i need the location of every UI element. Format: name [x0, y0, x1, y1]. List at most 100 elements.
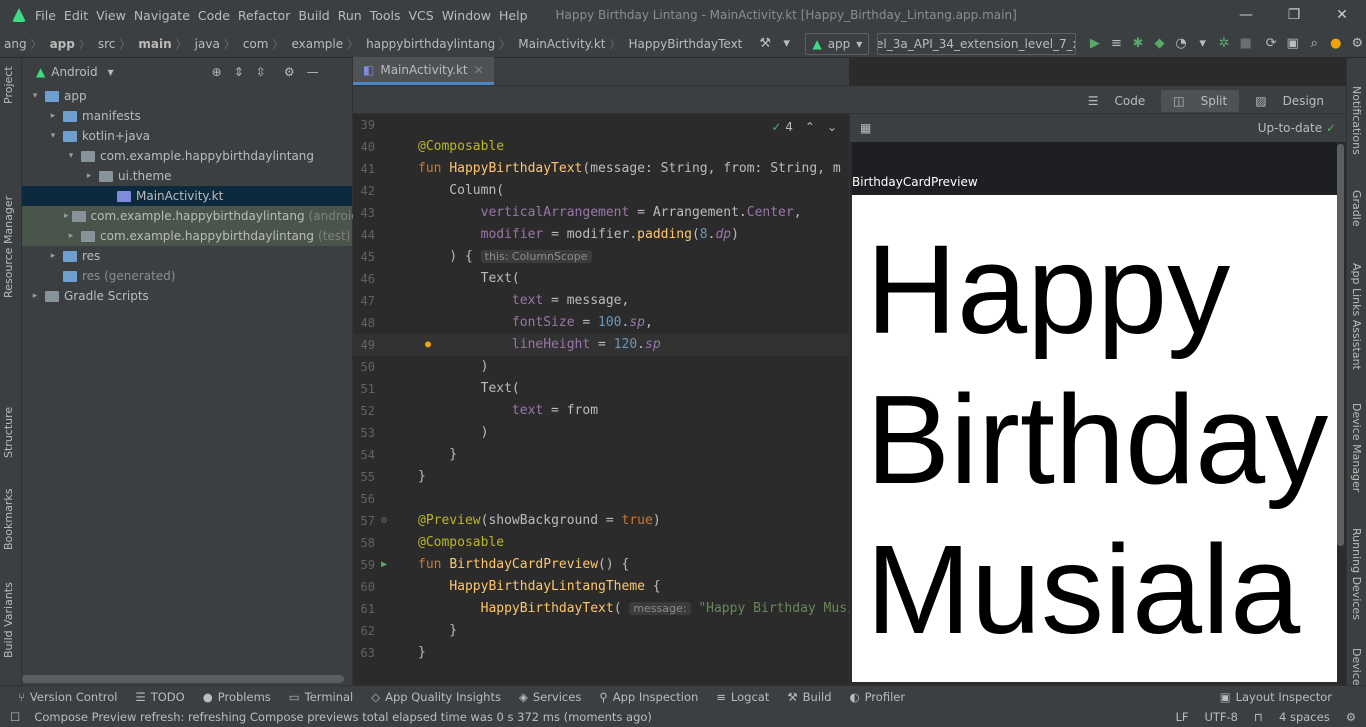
tree-item[interactable]: ▾ app: [22, 86, 352, 106]
breadcrumb-item[interactable]: main: [138, 37, 171, 51]
stop-icon[interactable]: ■: [1237, 33, 1255, 55]
menu-navigate[interactable]: Navigate: [134, 8, 198, 23]
code-line[interactable]: 61 HappyBirthdayText( message: "Happy Bi…: [353, 598, 849, 620]
breadcrumb-item[interactable]: example: [291, 37, 343, 51]
tab-structure[interactable]: Structure: [2, 407, 15, 458]
code-line[interactable]: 46 Text(: [353, 268, 849, 290]
chevron-down-icon[interactable]: ▾: [108, 65, 114, 79]
code-line[interactable]: 39: [353, 114, 849, 136]
tab-app-links-assistant[interactable]: App Links Assistant: [1350, 263, 1363, 370]
settings-icon[interactable]: ⚙: [1349, 33, 1366, 55]
chevron-down-icon[interactable]: ▾: [1194, 33, 1212, 55]
device-mirror-icon[interactable]: ▣: [1284, 33, 1302, 55]
code-line[interactable]: 53 ): [353, 422, 849, 444]
run-config-select[interactable]: ▲ app ▾: [805, 32, 870, 55]
tree-item[interactable]: MainActivity.kt: [22, 186, 352, 206]
line-separator[interactable]: LF: [1175, 710, 1188, 724]
tab-bookmarks[interactable]: Bookmarks: [2, 489, 15, 550]
code-line[interactable]: 49 lineHeight = 120.sp ●: [353, 334, 849, 356]
tree-item[interactable]: ▸ res: [22, 246, 352, 266]
tab-project[interactable]: Project: [2, 66, 15, 104]
tab-running-devices[interactable]: Running Devices: [1350, 528, 1363, 620]
code-line[interactable]: 44 modifier = modifier.padding(8.dp): [353, 224, 849, 246]
code-line[interactable]: 42 Column(: [353, 180, 849, 202]
design-view-button[interactable]: ▨ Design: [1243, 90, 1336, 112]
breadcrumb-item[interactable]: ang: [4, 37, 27, 51]
menu-code[interactable]: Code: [198, 8, 238, 23]
code-line[interactable]: 48 fontSize = 100.sp,: [353, 312, 849, 334]
breadcrumb-item[interactable]: HappyBirthdayText: [629, 37, 743, 51]
tool-todo[interactable]: ☰ TODO: [135, 690, 184, 704]
tool-logcat[interactable]: ≡ Logcat: [716, 690, 769, 704]
breadcrumb-item[interactable]: src: [98, 37, 116, 51]
locate-icon[interactable]: ⊕: [212, 65, 222, 79]
apply-changes-icon[interactable]: ≡: [1108, 33, 1126, 55]
code-line[interactable]: 50 ): [353, 356, 849, 378]
preview-card[interactable]: BirthdayCardPreview Happy Birthday Musia…: [852, 142, 1337, 682]
code-line[interactable]: 43 verticalArrangement = Arrangement.Cen…: [353, 202, 849, 224]
coverage-icon[interactable]: ◆: [1151, 33, 1169, 55]
debug-icon[interactable]: ✱: [1129, 33, 1147, 55]
tree-item[interactable]: ▸ com.example.happybirthdaylintang (androi…: [22, 206, 387, 226]
menu-file[interactable]: File: [35, 8, 64, 23]
code-line[interactable]: 55}: [353, 466, 849, 488]
tool-terminal[interactable]: ▭ Terminal: [289, 690, 353, 704]
tool-app-quality-insights[interactable]: ◇ App Quality Insights: [371, 690, 501, 704]
tool-version-control[interactable]: ⑂ Version Control: [18, 690, 117, 704]
chevron-down-icon[interactable]: ▾: [778, 33, 796, 55]
menu-vcs[interactable]: VCS: [409, 8, 442, 23]
tree-item[interactable]: ▸ manifests: [22, 106, 352, 126]
run-preview-icon[interactable]: ▶: [381, 554, 391, 576]
update-icon[interactable]: ●: [1327, 33, 1345, 55]
minimize-icon[interactable]: —: [1222, 0, 1270, 30]
tree-item[interactable]: ▾ kotlin+java: [22, 126, 352, 146]
split-view-button[interactable]: ◫ Split: [1161, 90, 1240, 112]
code-line[interactable]: 63}: [353, 642, 849, 664]
device-select[interactable]: ▯ Pixel_3a_API_34_extension_level_7_x86 …: [877, 32, 1077, 55]
breadcrumb-item[interactable]: MainActivity.kt: [518, 37, 605, 51]
tool-services[interactable]: ◈ Services: [519, 690, 581, 704]
tab-gradle[interactable]: Gradle: [1350, 190, 1363, 227]
chevron-right-icon[interactable]: ▸: [28, 291, 42, 301]
preview-scrollbar[interactable]: [1337, 144, 1344, 546]
maximize-icon[interactable]: ❐: [1270, 0, 1318, 30]
menu-view[interactable]: View: [96, 8, 134, 23]
breadcrumb-item[interactable]: happybirthdaylintang: [366, 37, 495, 51]
chevron-down-icon[interactable]: ▾: [64, 151, 78, 161]
code-line[interactable]: 45 ) { this: ColumnScope: [353, 246, 849, 268]
chevron-down-icon[interactable]: ▾: [28, 91, 42, 101]
search-icon[interactable]: ⌕: [1305, 33, 1323, 55]
expand-all-icon[interactable]: ⇕: [234, 65, 244, 79]
close-tab-icon[interactable]: ✕: [474, 63, 484, 77]
tab-build-variants[interactable]: Build Variants: [2, 582, 15, 658]
menu-window[interactable]: Window: [442, 8, 499, 23]
file-encoding[interactable]: UTF-8: [1204, 710, 1238, 724]
breadcrumb-item[interactable]: java: [195, 37, 220, 51]
project-view-select[interactable]: Android: [51, 65, 97, 79]
tool-problems[interactable]: ● Problems: [203, 690, 271, 704]
tree-item[interactable]: res (generated): [22, 266, 352, 286]
close-icon[interactable]: ✕: [1318, 0, 1366, 30]
tree-item[interactable]: ▾ com.example.happybirthdaylintang: [22, 146, 352, 166]
run-icon[interactable]: ▶: [1086, 33, 1104, 55]
preview-settings-icon[interactable]: ⚙: [381, 510, 391, 532]
code-line[interactable]: 52 text = from: [353, 400, 849, 422]
indent-setting[interactable]: 4 spaces: [1279, 710, 1330, 724]
collapse-all-icon[interactable]: ⇳: [256, 65, 266, 79]
code-line[interactable]: 51 Text(: [353, 378, 849, 400]
layout-icon[interactable]: ▦: [860, 121, 871, 135]
code-view-button[interactable]: ☰ Code: [1076, 90, 1158, 112]
code-line[interactable]: 47 text = message,: [353, 290, 849, 312]
chevron-right-icon[interactable]: ▸: [46, 111, 60, 121]
tree-item[interactable]: ▸ ui.theme: [22, 166, 352, 186]
code-editor[interactable]: 39 40 @Composable 41 fun HappyBirthdayText(m…: [353, 114, 849, 684]
sync-icon[interactable]: ⟳: [1262, 33, 1280, 55]
tab-device-manager[interactable]: Device Manager: [1350, 403, 1363, 492]
chevron-right-icon[interactable]: ▸: [64, 231, 78, 241]
menu-build[interactable]: Build: [298, 8, 337, 23]
menu-help[interactable]: Help: [499, 8, 536, 23]
code-line[interactable]: 57 @Preview(showBackground = true) ⚙: [353, 510, 849, 532]
breadcrumb-item[interactable]: app: [50, 37, 75, 51]
tree-item[interactable]: ▸ Gradle Scripts: [22, 286, 352, 306]
breadcrumb-item[interactable]: com: [243, 37, 269, 51]
